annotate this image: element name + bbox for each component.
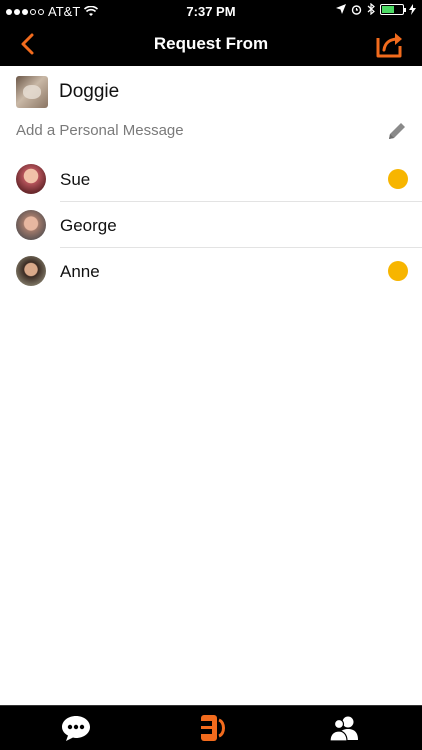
- status-bar: AT&T 7:37 PM: [0, 0, 422, 22]
- contact-row[interactable]: Anne: [0, 248, 422, 294]
- charging-bolt-icon: [409, 3, 416, 15]
- request-stack-icon[interactable]: [195, 712, 227, 744]
- contact-name: George: [60, 216, 117, 235]
- personal-message-placeholder[interactable]: Add a Personal Message: [16, 122, 184, 139]
- avatar: [16, 210, 46, 240]
- recipient-thumbnail: [16, 76, 48, 108]
- recipient-row[interactable]: Doggie: [0, 66, 422, 116]
- recipient-name: Doggie: [59, 81, 120, 102]
- battery-icon: [380, 3, 406, 15]
- contact-name: Anne: [60, 262, 100, 281]
- chat-bubble-icon[interactable]: [60, 712, 92, 744]
- location-arrow-icon: [336, 4, 346, 14]
- avatar: [16, 164, 46, 194]
- bluetooth-icon: [367, 3, 375, 15]
- status-dot-icon: [388, 169, 408, 189]
- personal-message-field[interactable]: Add a Personal Message: [0, 116, 422, 156]
- contacts-icon[interactable]: [328, 712, 360, 744]
- pencil-edit-icon[interactable]: [386, 120, 408, 142]
- contact-row[interactable]: George: [0, 202, 422, 248]
- share-export-icon[interactable]: [374, 28, 406, 60]
- contact-name: Sue: [60, 170, 91, 189]
- status-right: [336, 3, 416, 15]
- avatar: [16, 256, 46, 286]
- request-content: Doggie Add a Personal Message Sue George…: [0, 66, 422, 294]
- contact-row[interactable]: Sue: [0, 156, 422, 202]
- page-title: Request From: [153, 34, 269, 53]
- alarm-icon: [351, 4, 362, 15]
- status-dot-icon: [388, 261, 408, 281]
- navigation-bar: Request From: [0, 22, 422, 66]
- tab-bar: [0, 705, 422, 750]
